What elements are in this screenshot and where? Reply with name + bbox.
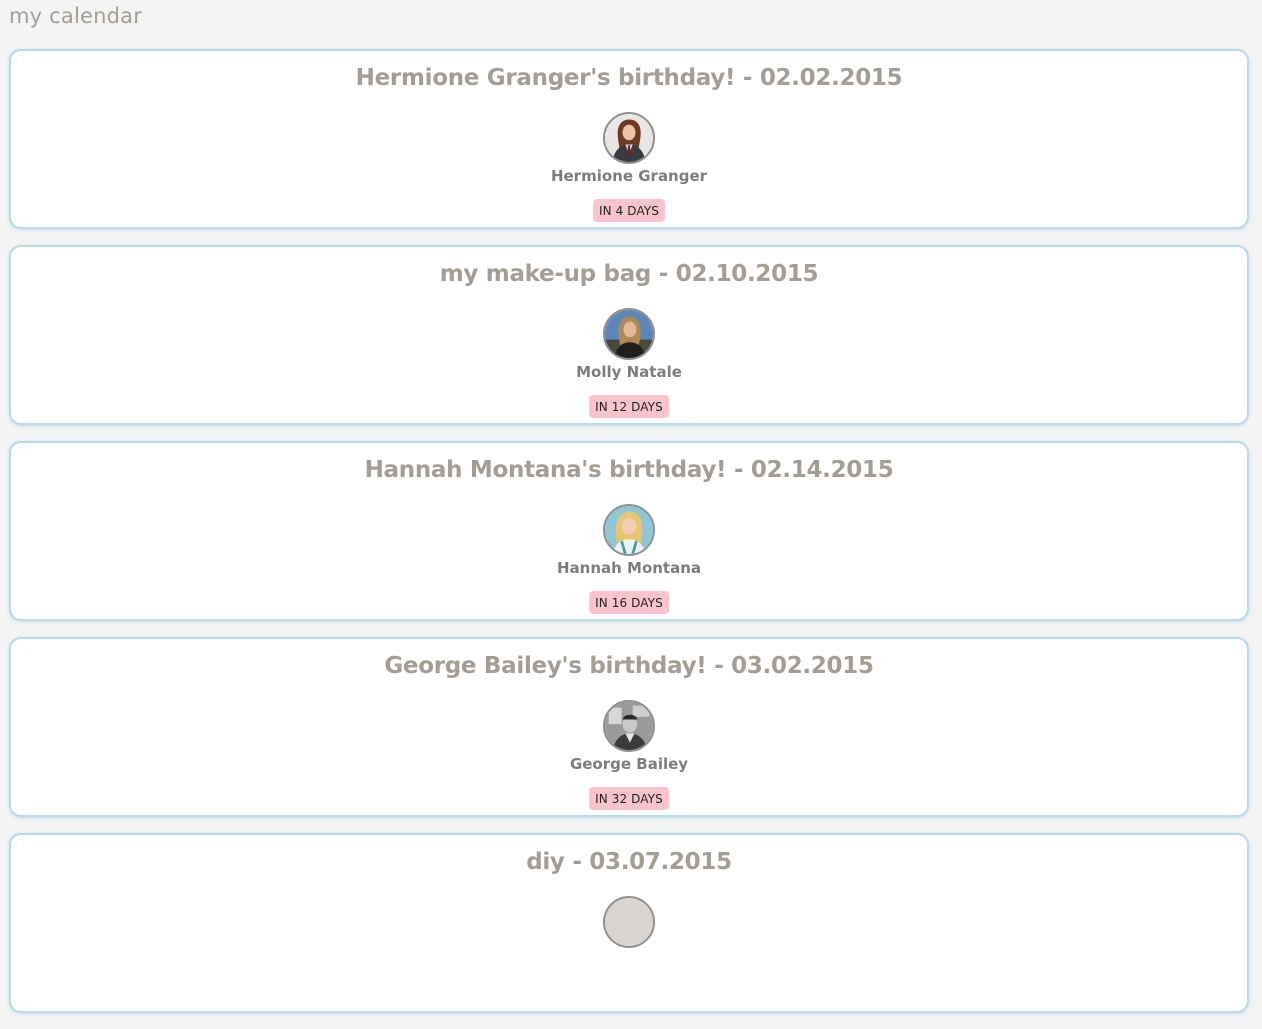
event-title[interactable]: George Bailey's birthday! - 03.02.2015	[11, 653, 1247, 679]
event-card[interactable]: Hannah Montana's birthday! - 02.14.2015 …	[9, 441, 1249, 621]
diy-avatar[interactable]	[603, 896, 655, 948]
event-card[interactable]: Hermione Granger's birthday! - 02.02.201…	[9, 49, 1249, 229]
person-name[interactable]: George Bailey	[11, 755, 1247, 773]
countdown-badge: IN 12 DAYS	[589, 395, 669, 418]
event-title[interactable]: my make-up bag - 02.10.2015	[11, 261, 1247, 287]
event-title[interactable]: diy - 03.07.2015	[11, 849, 1247, 875]
countdown-badge: IN 32 DAYS	[589, 787, 669, 810]
person-name[interactable]: Hermione Granger	[11, 167, 1247, 185]
molly-avatar[interactable]	[603, 308, 655, 360]
event-title[interactable]: Hermione Granger's birthday! - 02.02.201…	[11, 65, 1247, 91]
person-name[interactable]: Hannah Montana	[11, 559, 1247, 577]
app-title: my calendar	[9, 4, 143, 28]
event-card[interactable]: diy - 03.07.2015	[9, 833, 1249, 1013]
hannah-avatar-image	[605, 506, 653, 554]
event-title[interactable]: Hannah Montana's birthday! - 02.14.2015	[11, 457, 1247, 483]
countdown-badge: IN 4 DAYS	[593, 199, 665, 222]
hermione-avatar-image	[605, 114, 653, 162]
hannah-avatar[interactable]	[603, 504, 655, 556]
george-avatar-image	[605, 702, 653, 750]
hermione-avatar[interactable]	[603, 112, 655, 164]
event-list: Hermione Granger's birthday! - 02.02.201…	[9, 49, 1249, 1029]
molly-avatar-image	[605, 310, 653, 358]
countdown-badge: IN 16 DAYS	[589, 591, 669, 614]
event-card[interactable]: my make-up bag - 02.10.2015 Molly Natale…	[9, 245, 1249, 425]
diy-avatar-image	[605, 898, 653, 946]
george-avatar[interactable]	[603, 700, 655, 752]
event-card[interactable]: George Bailey's birthday! - 03.02.2015 G…	[9, 637, 1249, 817]
person-name[interactable]: Molly Natale	[11, 363, 1247, 381]
